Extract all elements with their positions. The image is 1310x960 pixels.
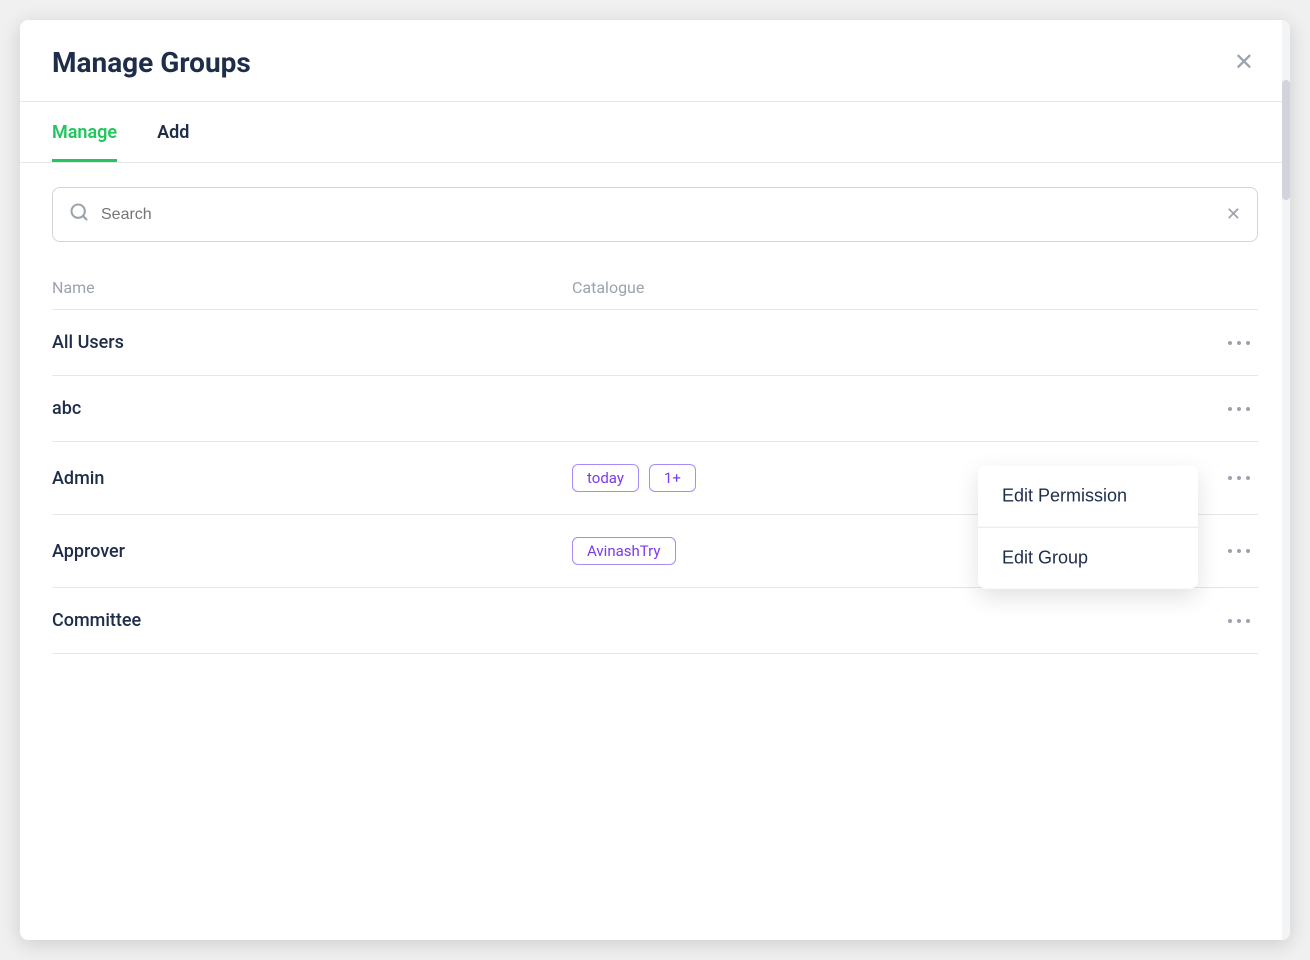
table-row: All Users — [52, 310, 1258, 376]
more-button-committee[interactable] — [1220, 614, 1258, 628]
row-name-approver: Approver — [52, 541, 572, 562]
row-name-committee: Committee — [52, 610, 572, 631]
search-input[interactable] — [101, 206, 1226, 224]
table-row: Committee — [52, 588, 1258, 654]
row-name-admin: Admin — [52, 468, 572, 489]
search-container: ✕ — [52, 187, 1258, 242]
tabs-container: Manage Add — [20, 102, 1290, 163]
table-row: abc — [52, 376, 1258, 442]
column-header-name: Name — [52, 278, 572, 297]
more-button-abc[interactable] — [1220, 402, 1258, 416]
row-name-all-users: All Users — [52, 332, 572, 353]
tab-manage[interactable]: Manage — [52, 102, 117, 162]
close-modal-button[interactable]: ✕ — [1230, 44, 1258, 81]
modal-title: Manage Groups — [52, 46, 251, 79]
row-actions-committee — [1198, 614, 1258, 628]
column-header-actions — [1198, 278, 1258, 297]
scrollbar-thumb[interactable] — [1282, 80, 1290, 200]
column-header-catalogue: Catalogue — [572, 278, 1198, 297]
tab-add[interactable]: Add — [157, 102, 189, 162]
manage-groups-modal: Manage Groups ✕ Manage Add ✕ Name Catalo… — [20, 20, 1290, 940]
more-button-approver[interactable] — [1220, 544, 1258, 558]
row-actions-approver — [1198, 544, 1258, 558]
table-row: Admin today 1+ Edit Permission Edit Gr — [52, 442, 1258, 515]
more-button-admin[interactable] — [1220, 471, 1258, 485]
catalogue-tag: today — [572, 464, 639, 492]
edit-group-button[interactable]: Edit Group — [978, 528, 1198, 589]
row-actions-all-users — [1198, 336, 1258, 350]
search-icon — [69, 202, 89, 227]
scrollbar-track[interactable] — [1282, 20, 1290, 940]
modal-header: Manage Groups ✕ — [20, 20, 1290, 102]
search-clear-button[interactable]: ✕ — [1226, 204, 1241, 225]
catalogue-tag: 1+ — [649, 464, 696, 492]
table-header: Name Catalogue — [52, 266, 1258, 310]
row-actions-admin — [1198, 471, 1258, 485]
search-wrapper: ✕ — [52, 187, 1258, 242]
row-name-abc: abc — [52, 398, 572, 419]
table-container: Name Catalogue All Users abc — [20, 266, 1290, 654]
catalogue-tag: AvinashTry — [572, 537, 676, 565]
edit-permission-button[interactable]: Edit Permission — [978, 466, 1198, 527]
context-menu: Edit Permission Edit Group — [978, 466, 1198, 589]
row-actions-abc — [1198, 402, 1258, 416]
more-button-all-users[interactable] — [1220, 336, 1258, 350]
